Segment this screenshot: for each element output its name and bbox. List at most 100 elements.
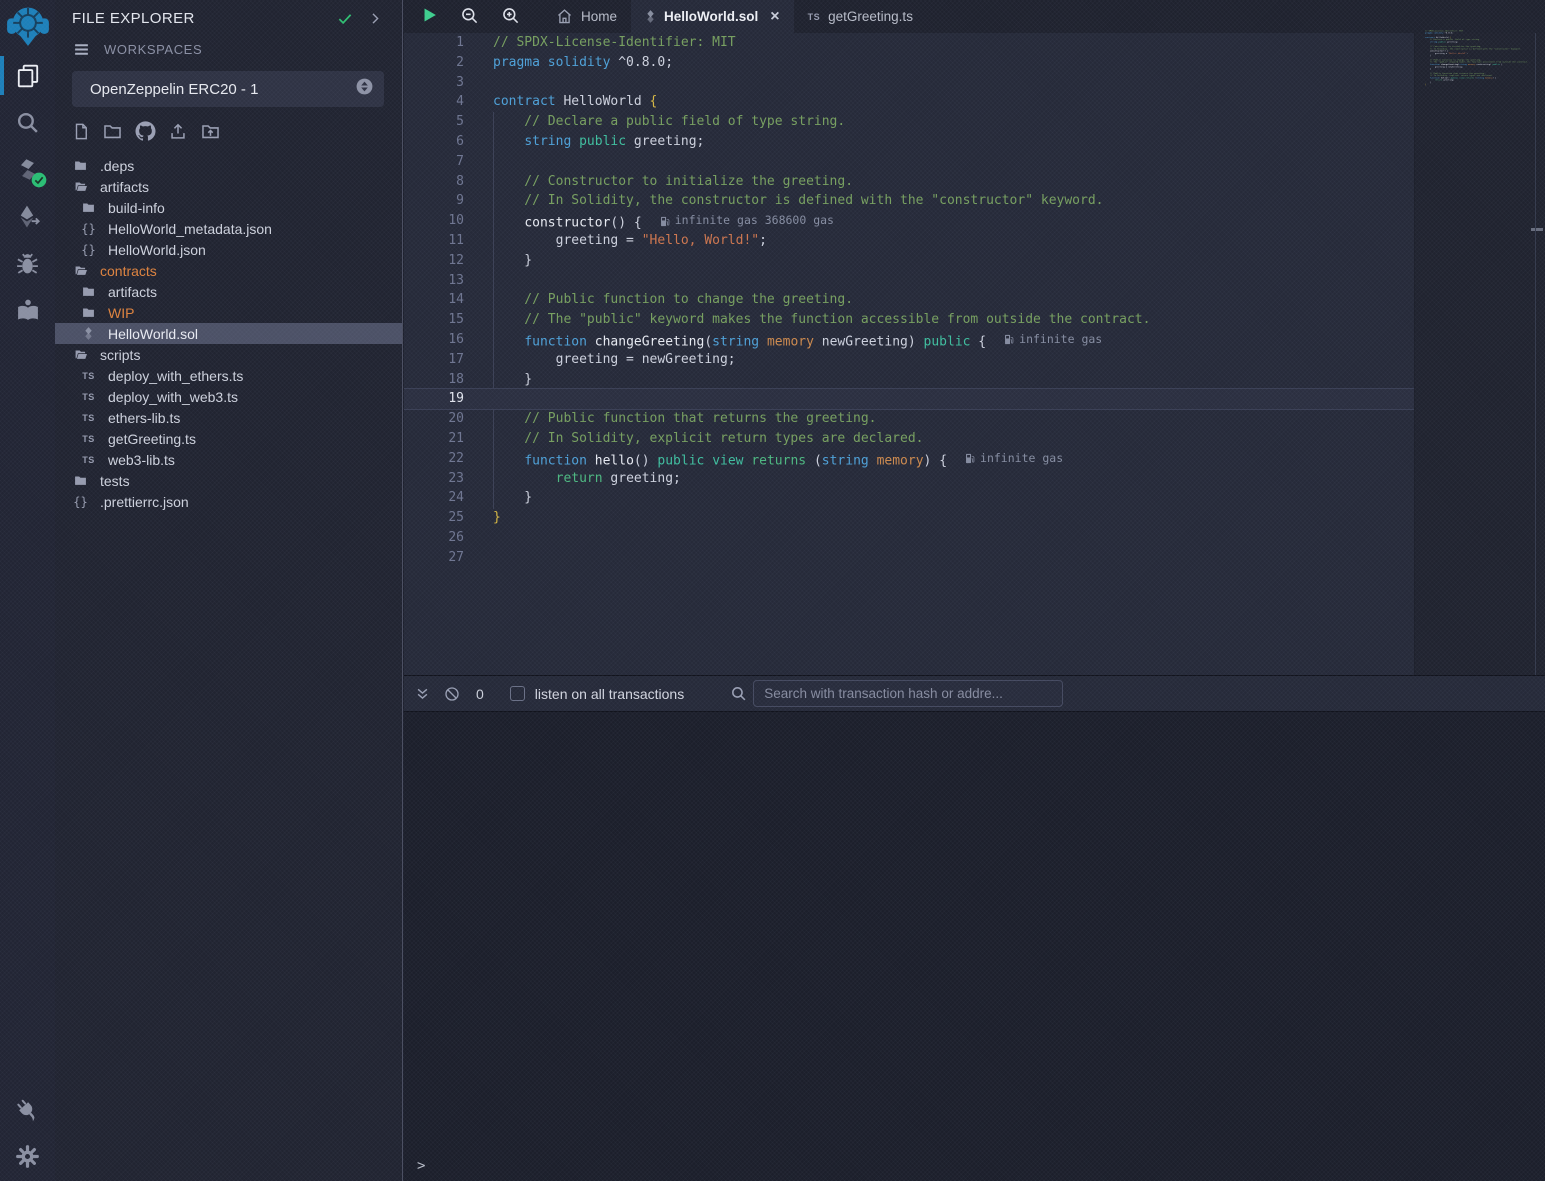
line-number[interactable]: 24 <box>404 488 464 508</box>
code-line[interactable]: 8 // Constructor to initialize the greet… <box>404 172 1414 192</box>
close-icon[interactable]: × <box>770 9 779 25</box>
tree-item-contracts[interactable]: contracts <box>55 260 402 281</box>
line-number[interactable]: 26 <box>404 528 464 548</box>
line-number[interactable]: 2 <box>404 53 464 73</box>
tree-item-HelloWorld_metadata.json[interactable]: {}HelloWorld_metadata.json <box>55 218 402 239</box>
code-line[interactable]: 17 greeting = newGreeting; <box>404 350 1414 370</box>
code-line[interactable]: 9 // In Solidity, the constructor is def… <box>404 191 1414 211</box>
activity-debugger[interactable] <box>0 240 55 287</box>
tree-item-build-info[interactable]: build-info <box>55 197 402 218</box>
upload-folder-button[interactable] <box>200 122 221 144</box>
code-line[interactable]: 25} <box>404 508 1414 528</box>
tree-item-deploy_with_ethers.ts[interactable]: TSdeploy_with_ethers.ts <box>55 365 402 386</box>
tree-item-.prettierrc.json[interactable]: {}.prettierrc.json <box>55 491 402 512</box>
tab-HelloWorld.sol[interactable]: HelloWorld.sol× <box>631 0 794 33</box>
code-line[interactable]: 13 <box>404 271 1414 291</box>
code-editor[interactable]: 1// SPDX-License-Identifier: MIT2pragma … <box>404 33 1414 675</box>
code-line[interactable]: 14 // Public function to change the gree… <box>404 290 1414 310</box>
code-line[interactable]: 18 } <box>404 370 1414 390</box>
line-number[interactable]: 1 <box>404 33 464 53</box>
activity-solidity-compiler[interactable] <box>0 146 55 193</box>
line-number[interactable]: 20 <box>404 409 464 429</box>
clear-console-icon[interactable] <box>444 686 460 702</box>
new-file-button[interactable] <box>72 122 90 144</box>
line-number[interactable]: 13 <box>404 271 464 291</box>
code-line[interactable]: 3 <box>404 73 1414 93</box>
transaction-search-input[interactable] <box>753 680 1063 707</box>
upload-file-button[interactable] <box>168 122 188 144</box>
code-line[interactable]: 24 } <box>404 488 1414 508</box>
accept-check-icon[interactable] <box>336 11 354 26</box>
collapse-panel-chevron-icon[interactable] <box>368 11 382 26</box>
code-line[interactable]: 2pragma solidity ^0.8.0; <box>404 53 1414 73</box>
line-number[interactable]: 3 <box>404 73 464 93</box>
line-number[interactable]: 14 <box>404 290 464 310</box>
workspaces-menu-icon[interactable] <box>72 41 91 58</box>
line-number[interactable]: 23 <box>404 469 464 489</box>
line-number[interactable]: 16 <box>404 330 464 350</box>
minimap[interactable]: // SPDX-License-Identifier: MITpragma so… <box>1425 30 1540 108</box>
line-number[interactable]: 25 <box>404 508 464 528</box>
tree-item-web3-lib.ts[interactable]: TSweb3-lib.ts <box>55 449 402 470</box>
line-number[interactable]: 11 <box>404 231 464 251</box>
line-number[interactable]: 6 <box>404 132 464 152</box>
tree-item-WIP[interactable]: WIP <box>55 302 402 323</box>
code-line[interactable]: 7 <box>404 152 1414 172</box>
tree-item-scripts[interactable]: scripts <box>55 344 402 365</box>
code-line[interactable]: 27 <box>404 548 1414 568</box>
tree-item-HelloWorld.sol[interactable]: HelloWorld.sol <box>55 323 402 344</box>
expand-terminal-icon[interactable] <box>415 686 430 702</box>
terminal-output[interactable]: > <box>404 712 1545 1181</box>
clone-github-button[interactable] <box>135 121 156 144</box>
line-number[interactable]: 9 <box>404 191 464 211</box>
tab-getGreeting.ts[interactable]: TSgetGreeting.ts <box>794 0 927 33</box>
tab-Home[interactable]: Home <box>542 0 631 33</box>
new-folder-button[interactable] <box>102 122 123 144</box>
tree-item-HelloWorld.json[interactable]: {}HelloWorld.json <box>55 239 402 260</box>
tree-item-getGreeting.ts[interactable]: TSgetGreeting.ts <box>55 428 402 449</box>
tree-item-deploy_with_web3.ts[interactable]: TSdeploy_with_web3.ts <box>55 386 402 407</box>
activity-remix-logo[interactable] <box>0 0 55 52</box>
code-line[interactable]: 26 <box>404 528 1414 548</box>
zoom-out-button[interactable] <box>460 6 479 28</box>
activity-deploy-run[interactable] <box>0 193 55 240</box>
line-number[interactable]: 7 <box>404 152 464 172</box>
activity-file-explorer[interactable] <box>0 52 55 99</box>
tree-item-artifacts[interactable]: artifacts <box>55 176 402 197</box>
line-number[interactable]: 21 <box>404 429 464 449</box>
workspace-select[interactable]: OpenZeppelin ERC20 - 1 <box>72 71 384 107</box>
line-number[interactable]: 27 <box>404 548 464 568</box>
code-line[interactable]: 11 greeting = "Hello, World!"; <box>404 231 1414 251</box>
code-line[interactable]: 16 function changeGreeting(string memory… <box>404 330 1414 350</box>
code-line[interactable]: 5 // Declare a public field of type stri… <box>404 112 1414 132</box>
line-number[interactable]: 12 <box>404 251 464 271</box>
code-line[interactable]: 10 constructor() {infinite gas 368600 ga… <box>404 211 1414 231</box>
line-number[interactable]: 18 <box>404 370 464 390</box>
code-line[interactable]: 1// SPDX-License-Identifier: MIT <box>404 33 1414 53</box>
code-line[interactable]: 23 return greeting; <box>404 469 1414 489</box>
code-line[interactable]: 6 string public greeting; <box>404 132 1414 152</box>
line-number[interactable]: 4 <box>404 92 464 112</box>
line-number[interactable]: 5 <box>404 112 464 132</box>
code-line[interactable]: 21 // In Solidity, explicit return types… <box>404 429 1414 449</box>
tree-item-artifacts[interactable]: artifacts <box>55 281 402 302</box>
tree-item-tests[interactable]: tests <box>55 470 402 491</box>
tree-item-ethers-lib.ts[interactable]: TSethers-lib.ts <box>55 407 402 428</box>
activity-search[interactable] <box>0 99 55 146</box>
line-number[interactable]: 15 <box>404 310 464 330</box>
line-number[interactable]: 19 <box>404 389 464 409</box>
listen-transactions-checkbox[interactable] <box>510 686 525 701</box>
code-line[interactable]: 20 // Public function that returns the g… <box>404 409 1414 429</box>
activity-plugin-manager[interactable] <box>0 1087 55 1133</box>
code-line[interactable]: 12 } <box>404 251 1414 271</box>
line-number[interactable]: 10 <box>404 211 464 231</box>
code-line[interactable]: 22 function hello() public view returns … <box>404 449 1414 469</box>
activity-settings[interactable] <box>0 1133 55 1179</box>
line-number[interactable]: 17 <box>404 350 464 370</box>
line-number[interactable]: 22 <box>404 449 464 469</box>
code-line[interactable]: 4contract HelloWorld { <box>404 92 1414 112</box>
activity-learneth[interactable] <box>0 287 55 334</box>
tree-item-.deps[interactable]: .deps <box>55 155 402 176</box>
run-script-button[interactable] <box>421 6 438 27</box>
code-line[interactable]: 19 <box>404 388 1414 410</box>
